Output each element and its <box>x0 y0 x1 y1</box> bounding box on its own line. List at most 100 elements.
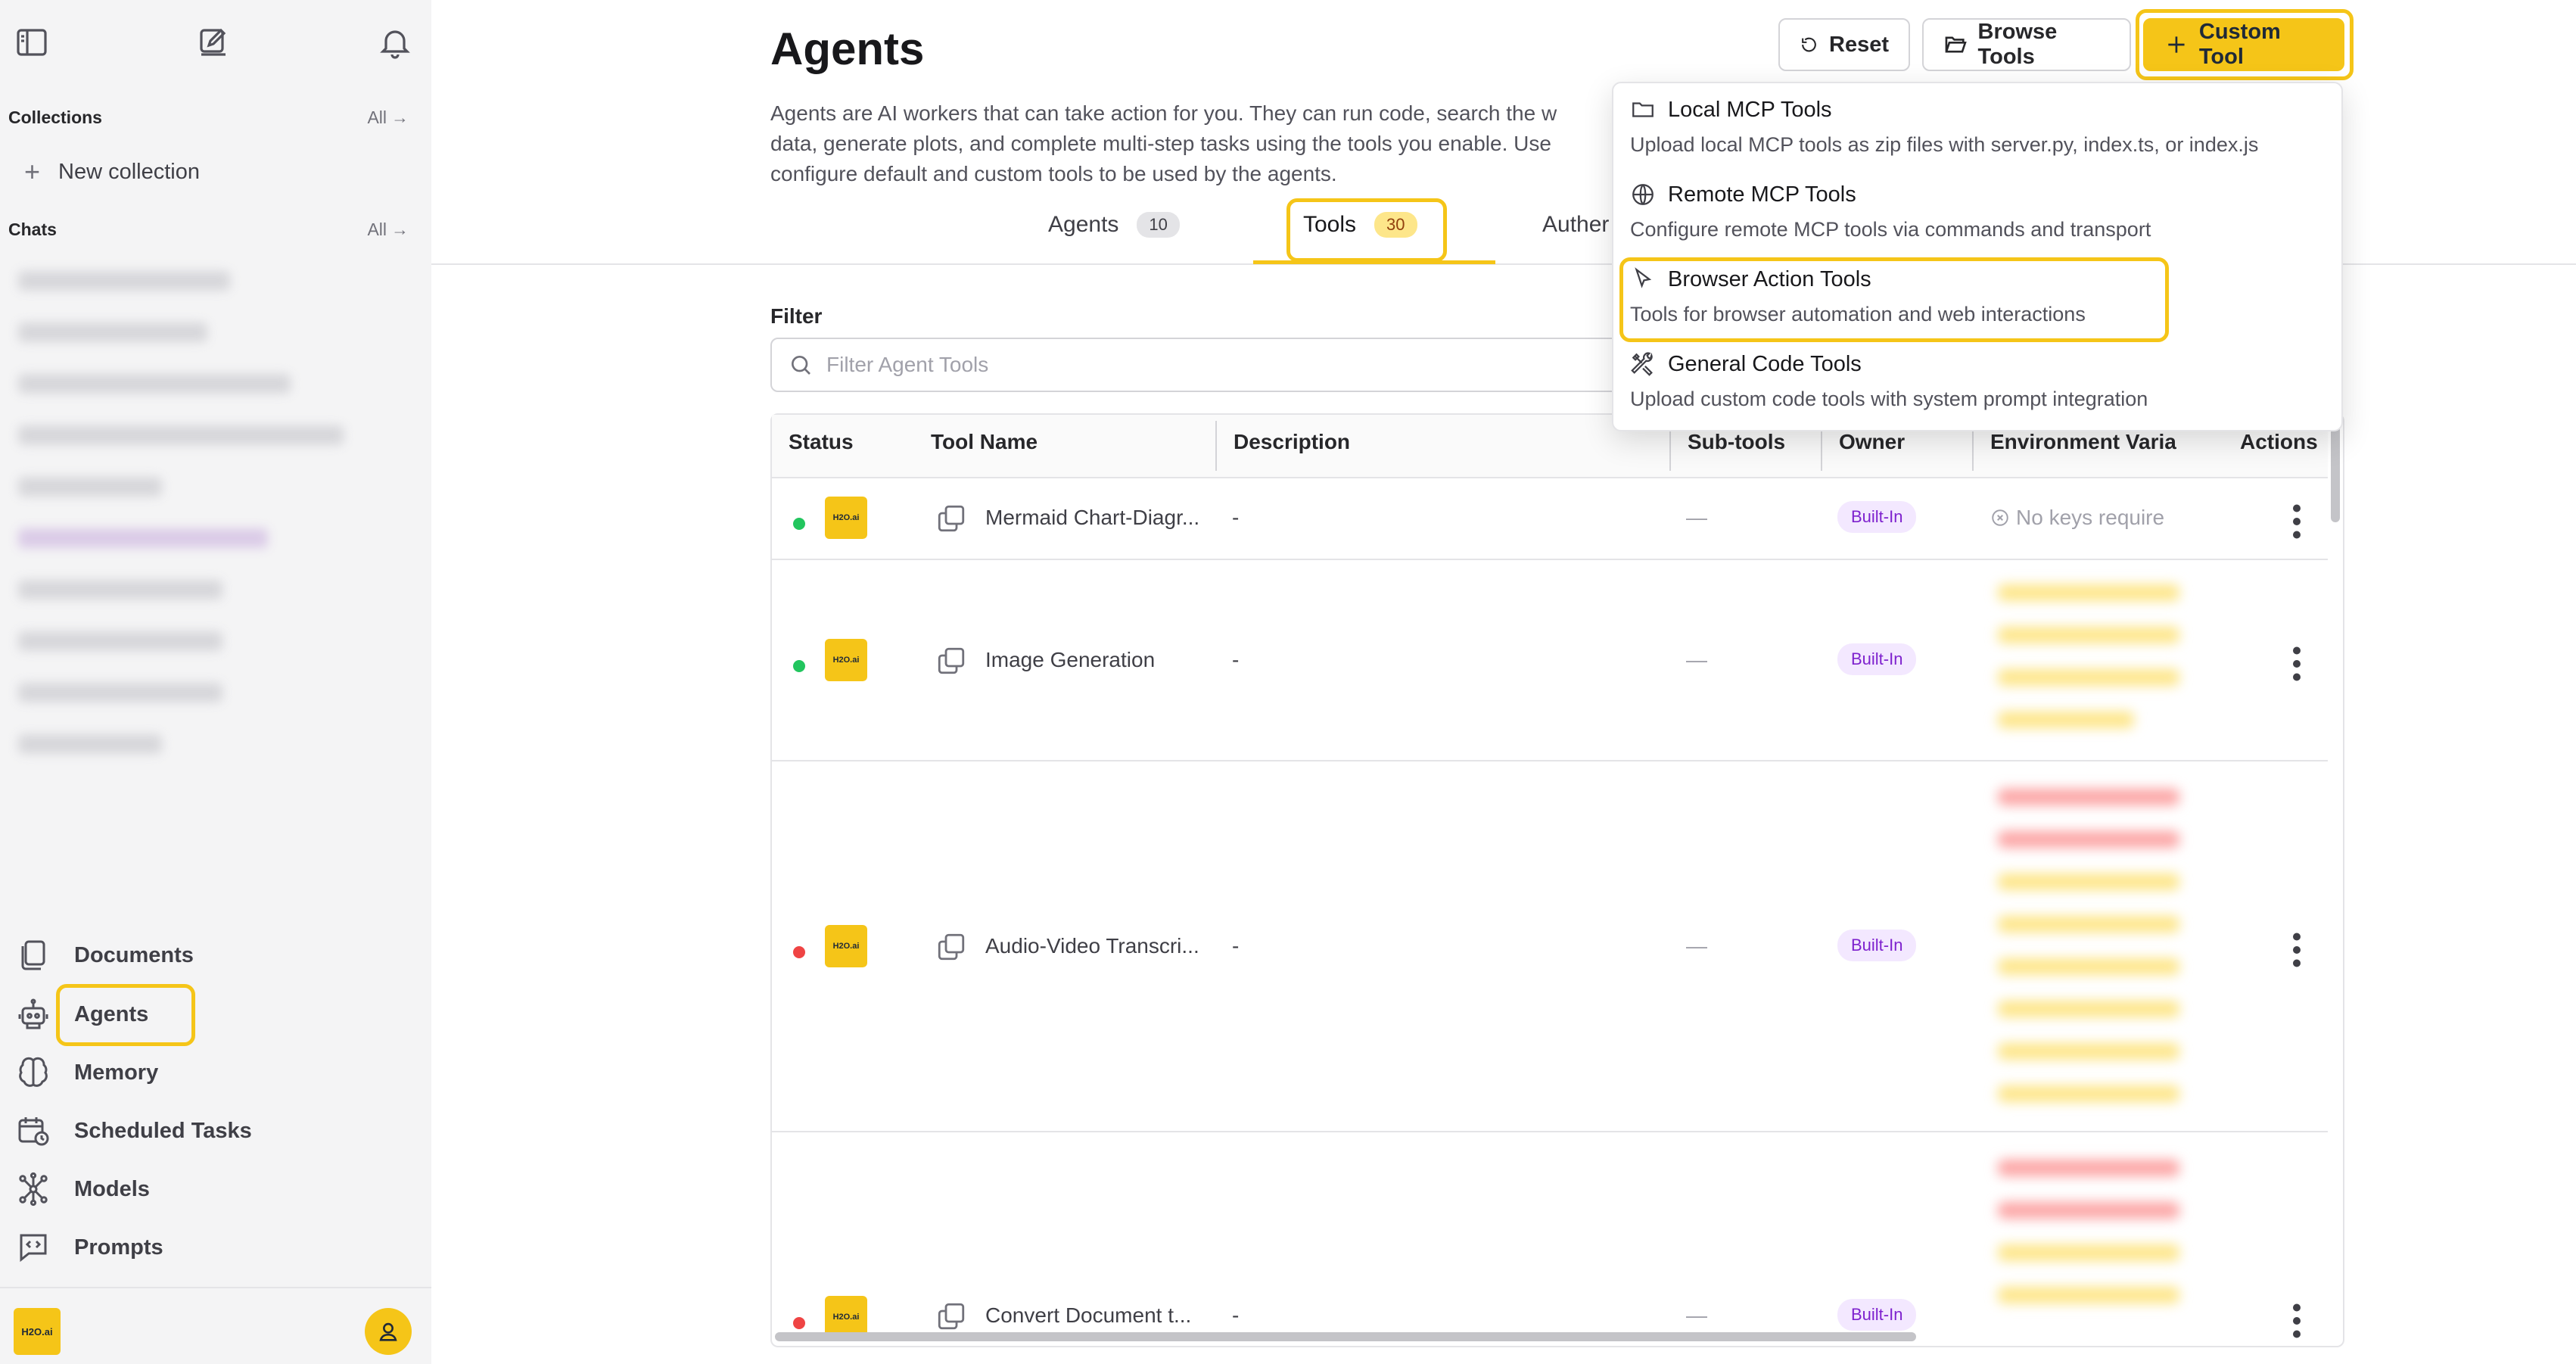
env-var-blurred <box>1998 916 2179 933</box>
copy-icon[interactable] <box>935 503 967 534</box>
env-var-blurred <box>1998 712 2134 728</box>
chats-all-link[interactable]: All → <box>367 220 409 240</box>
tool-name[interactable]: Convert Document t... <box>985 1303 1191 1328</box>
owner-badge: Built-In <box>1837 501 1917 533</box>
custom-tool-dropdown: Local MCP Tools Upload local MCP tools a… <box>1612 82 2343 431</box>
sidebar-toggle-icon[interactable] <box>14 24 50 61</box>
tab-agents-count: 10 <box>1137 212 1180 238</box>
tab-authentication[interactable]: Auther <box>1542 212 1609 238</box>
collections-all-label: All <box>367 107 387 127</box>
tab-agents-label: Agents <box>1048 212 1119 237</box>
copy-icon[interactable] <box>935 645 967 677</box>
tool-logo-text: H2O.ai <box>832 513 860 522</box>
col-sub-tools[interactable]: Sub-tools <box>1688 430 1785 454</box>
tool-subtools: — <box>1686 648 1707 671</box>
nav-prompts[interactable]: Prompts <box>15 1223 163 1272</box>
nav-documents-label: Documents <box>74 942 194 967</box>
col-status[interactable]: Status <box>789 430 854 454</box>
description-line: configure default and custom tools to be… <box>770 162 1337 185</box>
env-var-blurred <box>1998 958 2179 975</box>
env-var-blurred <box>1998 1244 2179 1261</box>
chat-item-blurred[interactable] <box>18 580 222 599</box>
col-owner[interactable]: Owner <box>1839 430 1905 454</box>
horizontal-scrollbar[interactable] <box>775 1332 1916 1341</box>
chat-item-blurred[interactable] <box>18 322 207 342</box>
menu-item-general-code-tools[interactable]: General Code Tools Upload custom code to… <box>1630 351 2148 411</box>
prompt-icon <box>15 1229 51 1266</box>
tool-name[interactable]: Mermaid Chart-Diagr... <box>985 506 1199 530</box>
col-actions[interactable]: Actions <box>2240 430 2318 454</box>
env-var-blurred <box>1998 789 2179 805</box>
owner-badge: Built-In <box>1837 643 1917 675</box>
chat-item-blurred[interactable] <box>18 734 162 754</box>
tool-description: - <box>1232 648 1240 671</box>
copy-icon[interactable] <box>935 931 967 963</box>
bell-icon[interactable] <box>377 24 413 61</box>
documents-icon <box>15 937 51 973</box>
chat-item-blurred[interactable] <box>18 271 230 291</box>
new-chat-icon[interactable] <box>195 24 232 61</box>
menu-item-title: Local MCP Tools <box>1668 97 1832 122</box>
user-avatar[interactable] <box>365 1308 412 1355</box>
table-row[interactable] <box>770 559 2328 560</box>
tab-agents[interactable]: Agents 10 <box>1048 212 1180 238</box>
reset-icon <box>1802 37 1816 52</box>
arrow-right-icon: → <box>391 107 409 127</box>
reset-label: Reset <box>1829 32 1889 57</box>
nav-scheduled-tasks[interactable]: Scheduled Tasks <box>15 1107 252 1155</box>
nav-models-label: Models <box>74 1176 150 1201</box>
status-dot-red <box>793 1317 805 1329</box>
menu-item-remote-mcp-tools[interactable]: Remote MCP Tools Configure remote MCP to… <box>1630 182 2151 241</box>
page-title: Agents <box>770 23 925 74</box>
row-actions-icon[interactable] <box>2293 645 2301 681</box>
menu-item-description: Upload local MCP tools as zip files with… <box>1630 133 2259 156</box>
col-tool-name[interactable]: Tool Name <box>931 430 1038 454</box>
chat-item-blurred[interactable] <box>18 425 344 445</box>
copy-icon[interactable] <box>935 1300 967 1332</box>
folder-icon <box>1632 102 1654 117</box>
no-keys-icon <box>1992 509 2008 526</box>
browse-tools-button[interactable]: Browse Tools <box>1922 18 2131 71</box>
table-row[interactable] <box>770 1131 2328 1132</box>
nav-memory[interactable]: Memory <box>15 1048 158 1097</box>
sidebar-divider <box>0 1287 431 1288</box>
col-environment-variables[interactable]: Environment Varia <box>1990 430 2176 454</box>
page-description: Agents are AI workers that can take acti… <box>770 98 1618 189</box>
filter-input[interactable]: Filter Agent Tools <box>770 338 1626 392</box>
status-dot-red <box>793 946 805 958</box>
collections-all-link[interactable]: All → <box>367 107 409 128</box>
status-dot-green <box>793 660 805 672</box>
chat-item-blurred[interactable] <box>18 631 222 651</box>
env-var-blurred <box>1998 1001 2179 1017</box>
column-divider <box>1215 421 1217 471</box>
chat-item-blurred[interactable] <box>18 477 162 497</box>
tool-logo: H2O.ai <box>825 925 867 967</box>
chat-item-blurred[interactable] <box>18 683 222 702</box>
env-var-blurred <box>1998 1202 2179 1219</box>
tool-description: - <box>1232 506 1240 529</box>
user-icon <box>379 1322 397 1341</box>
tool-name[interactable]: Audio-Video Transcri... <box>985 934 1199 958</box>
sidebar: Collections All → + New collection Chats… <box>0 0 431 1364</box>
nav-documents[interactable]: Documents <box>15 931 194 979</box>
row-actions-icon[interactable] <box>2293 931 2301 967</box>
reset-button[interactable]: Reset <box>1778 18 1910 71</box>
chat-item-blurred[interactable] <box>18 528 268 548</box>
chats-heading: Chats <box>8 220 57 239</box>
browse-tools-label: Browse Tools <box>1977 20 2058 69</box>
brain-icon <box>15 1054 51 1091</box>
table-row[interactable] <box>770 760 2328 761</box>
tool-description: - <box>1232 1303 1240 1327</box>
chat-item-blurred[interactable] <box>18 374 291 394</box>
menu-item-description: Configure remote MCP tools via commands … <box>1630 218 2151 241</box>
row-actions-icon[interactable] <box>2293 503 2301 539</box>
row-actions-icon[interactable] <box>2293 1302 2301 1338</box>
collections-heading: Collections <box>8 107 102 127</box>
col-description[interactable]: Description <box>1234 430 1350 454</box>
nav-models[interactable]: Models <box>15 1165 150 1213</box>
tool-name[interactable]: Image Generation <box>985 648 1155 672</box>
custom-tool-highlight <box>2136 9 2354 80</box>
menu-item-local-mcp-tools[interactable]: Local MCP Tools Upload local MCP tools a… <box>1630 97 2258 157</box>
vertical-scrollbar[interactable] <box>2331 424 2340 522</box>
new-collection-button[interactable]: + New collection <box>24 156 200 188</box>
